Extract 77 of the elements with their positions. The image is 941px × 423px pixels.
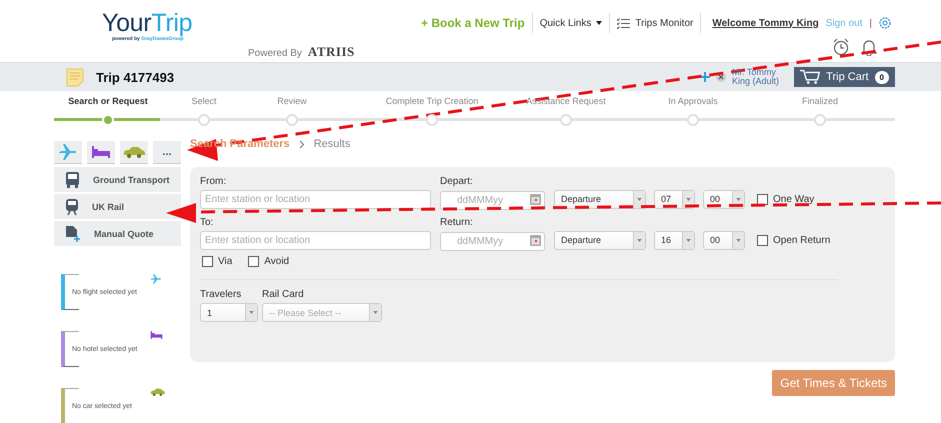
car-icon: [123, 146, 145, 158]
breadcrumb-link[interactable]: Results: [314, 138, 350, 150]
checkbox[interactable]: [757, 234, 768, 246]
caret-icon: [637, 198, 642, 200]
cart-icon: [800, 69, 820, 85]
chevron-icon: [298, 140, 305, 148]
menu-item[interactable]: Manual Quote: [54, 221, 181, 246]
note-icon: [66, 68, 84, 86]
document-plus-icon: [66, 226, 80, 242]
caret-icon: [686, 238, 691, 242]
logo-text: Trip: [151, 9, 192, 37]
trip-title: Trip 4177493: [96, 70, 174, 84]
quick-links-dropdown[interactable]: Quick Links: [540, 18, 602, 28]
caret-icon: [686, 198, 691, 200]
bell-icon[interactable]: [861, 38, 877, 56]
travelers-select[interactable]: 1: [200, 303, 258, 322]
alarm-clock-icon[interactable]: [832, 38, 850, 56]
step-label: Review: [277, 96, 307, 106]
car-tab[interactable]: [120, 141, 148, 164]
checkbox[interactable]: [202, 256, 213, 267]
location-field[interactable]: Enter station or location: [200, 190, 431, 209]
checkbox-label[interactable]: Avoid: [264, 256, 290, 267]
date-field[interactable]: ddMMMyy: [440, 232, 545, 251]
time-type-select[interactable]: Departure: [554, 190, 646, 208]
car-icon: [150, 388, 165, 396]
step-label: Search or Request: [68, 96, 148, 106]
location-field[interactable]: Enter station or location: [200, 231, 431, 250]
caret-icon: [637, 238, 642, 242]
trips-monitor-link[interactable]: Trips Monitor: [617, 18, 694, 28]
checkbox-label[interactable]: Open Return: [773, 234, 830, 246]
plus-icon[interactable]: [700, 72, 710, 82]
separator-text: |: [869, 18, 872, 28]
bed-icon: [150, 331, 163, 339]
train-icon: [66, 198, 78, 214]
airplane-icon: [150, 274, 162, 284]
step-label: Finalized: [802, 96, 838, 106]
field-label: Rail Card: [262, 289, 305, 300]
calendar-icon[interactable]: [530, 194, 541, 205]
field-label: Return:: [440, 217, 474, 228]
field-label: From:: [200, 176, 228, 187]
caret-icon: [373, 311, 378, 314]
step-label: Complete Trip Creation: [386, 96, 478, 106]
welcome-link[interactable]: Welcome Tommy King: [712, 18, 819, 28]
field-label: To:: [200, 217, 214, 228]
checkbox[interactable]: [248, 256, 260, 267]
hour-select[interactable]: 16: [654, 230, 695, 250]
caret-icon: [736, 238, 741, 242]
airplane-icon: [58, 144, 78, 160]
menu-item[interactable]: UK Rail: [54, 194, 181, 219]
step-label: Assistance Request: [526, 96, 606, 106]
caret-icon: [249, 311, 254, 314]
checkbox-label[interactable]: One Way: [773, 194, 814, 204]
cart-count-badge: 0: [874, 70, 889, 84]
step-label: Select: [191, 96, 216, 106]
caret-icon: [596, 21, 602, 25]
step-label: In Approvals: [668, 96, 718, 106]
bed-icon: [91, 146, 111, 158]
trip-cart-button[interactable]: Trip Cart 0: [794, 67, 895, 87]
checkbox-label[interactable]: Via: [218, 256, 232, 267]
hour-select[interactable]: 07: [654, 190, 695, 208]
close-icon[interactable]: [716, 72, 726, 82]
time-type-select[interactable]: Departure: [554, 230, 646, 250]
menu-item[interactable]: Ground Transport: [54, 167, 181, 192]
bus-icon: [66, 172, 79, 188]
powered-by-label: Powered By: [248, 48, 302, 59]
brand-logo-text: ATRIIS: [308, 44, 355, 60]
hotel-tab[interactable]: [87, 141, 115, 164]
logo-text: Your: [102, 9, 152, 37]
field-label: Travelers: [200, 289, 242, 300]
field-label: Depart:: [440, 176, 474, 187]
checkbox[interactable]: [757, 194, 768, 204]
more-tab[interactable]: ...: [153, 141, 181, 164]
calendar-icon[interactable]: [530, 235, 541, 246]
checklist-icon: [617, 18, 630, 28]
settings-icon[interactable]: [879, 17, 891, 29]
caret-icon: [736, 198, 741, 200]
minute-select[interactable]: 00: [703, 230, 745, 250]
